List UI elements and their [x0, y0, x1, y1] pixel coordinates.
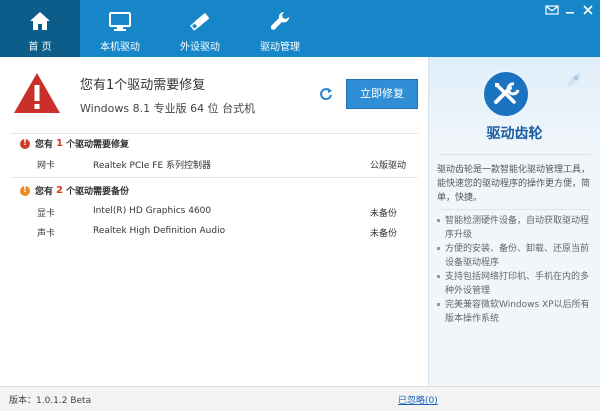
driver-row[interactable]: 声卡 Realtek High Definition Audio 未备份: [0, 223, 428, 241]
backup-section-prefix: 您有: [35, 187, 54, 197]
brand-name: 驱动齿轮: [486, 126, 543, 142]
driver-type: 声卡: [37, 229, 56, 239]
repair-section-suffix: 个驱动需要修复: [65, 140, 129, 150]
driver-name: Intel(R) HD Graphics 4600: [93, 206, 212, 216]
feature-item: 支持包括网络打印机、手机在内的多种外设管理: [437, 270, 595, 298]
side-panel: 驱动齿轮 驱动齿轮是一款智能化驱动管理工具，能快速您的驱动程序的操作更方便，简单…: [428, 57, 600, 386]
main-panel: 您有1个驱动需要修复 Windows 8.1 专业版 64 位 台式机 立即修复…: [0, 57, 428, 386]
home-icon: [30, 12, 50, 30]
nav-home[interactable]: 首 页: [0, 0, 80, 57]
repair-section-header: 您有 1 个驱动需要修复: [20, 137, 129, 150]
window-controls: [544, 3, 596, 17]
divider: [10, 177, 418, 178]
driver-status: 公版驱动: [370, 161, 407, 171]
minimize-icon[interactable]: [562, 3, 578, 17]
nav-local-drivers[interactable]: 本机驱动: [80, 0, 160, 57]
brand-logo: [482, 70, 530, 118]
system-info: Windows 8.1 专业版 64 位 台式机: [80, 102, 256, 115]
driver-name: Realtek High Definition Audio: [93, 226, 226, 236]
driver-type: 网卡: [37, 161, 56, 171]
main-nav: 首 页 本机驱动 外设驱动 驱动管理: [0, 0, 320, 57]
driver-status: 未备份: [370, 229, 398, 239]
repair-summary-title: 您有1个驱动需要修复: [80, 78, 206, 93]
feature-item: 完美兼容微软Windows XP以后所有版本操作系统: [437, 298, 595, 326]
warning-icon: [14, 73, 60, 113]
nav-peripheral-drivers[interactable]: 外设驱动: [160, 0, 240, 57]
wrench-icon: [271, 11, 290, 30]
close-icon[interactable]: [580, 3, 596, 17]
driver-status: 未备份: [370, 209, 398, 219]
driver-type: 显卡: [37, 209, 56, 219]
backup-section-header: 您有 2 个驱动需要备份: [20, 184, 129, 197]
nav-driver-management[interactable]: 驱动管理: [240, 0, 320, 57]
feature-item: 智能检测硬件设备，自动获取驱动程序升级: [437, 214, 595, 242]
status-bar: 版本：1.0.1.2 Beta 已忽略(0): [0, 386, 600, 411]
divider: [10, 133, 418, 134]
brand-banner: 驱动齿轮: [429, 57, 600, 149]
ignored-link[interactable]: 已忽略(0): [398, 393, 438, 406]
backup-count: 2: [56, 185, 63, 196]
monitor-icon: [109, 12, 131, 31]
driver-row[interactable]: 显卡 Intel(R) HD Graphics 4600 未备份: [0, 203, 428, 221]
refresh-icon[interactable]: [319, 87, 333, 101]
divider: [439, 154, 591, 155]
mail-icon[interactable]: [544, 3, 560, 17]
backup-section-suffix: 个驱动需要备份: [65, 187, 129, 197]
nav-driver-management-label: 驱动管理: [260, 42, 300, 53]
alert-dot-icon: [20, 185, 30, 196]
driver-name: Realtek PCIe FE 系列控制器: [93, 161, 212, 171]
nav-peripheral-drivers-label: 外设驱动: [180, 42, 220, 53]
driver-row[interactable]: 网卡 Realtek PCIe FE 系列控制器 公版驱动: [0, 155, 428, 173]
repair-count: 1: [56, 138, 63, 149]
product-intro: 驱动齿轮是一款智能化驱动管理工具，能快速您的驱动程序的操作更方便，简单，快捷。: [437, 165, 591, 203]
nav-home-label: 首 页: [28, 42, 52, 53]
version-label: 版本：1.0.1.2 Beta: [9, 396, 92, 406]
nav-local-drivers-label: 本机驱动: [100, 42, 140, 53]
fix-now-button[interactable]: 立即修复: [346, 79, 418, 109]
repair-section-prefix: 您有: [35, 140, 54, 150]
alert-dot-icon: [20, 138, 30, 149]
usb-drive-icon: [189, 13, 210, 31]
feature-item: 方便的安装、备份、卸载、还原当前设备驱动程序: [437, 242, 595, 270]
tools-icon: [494, 82, 520, 104]
top-bar: 首 页 本机驱动 外设驱动 驱动管理: [0, 0, 600, 57]
rocket-icon: [567, 73, 581, 87]
divider: [439, 209, 591, 210]
